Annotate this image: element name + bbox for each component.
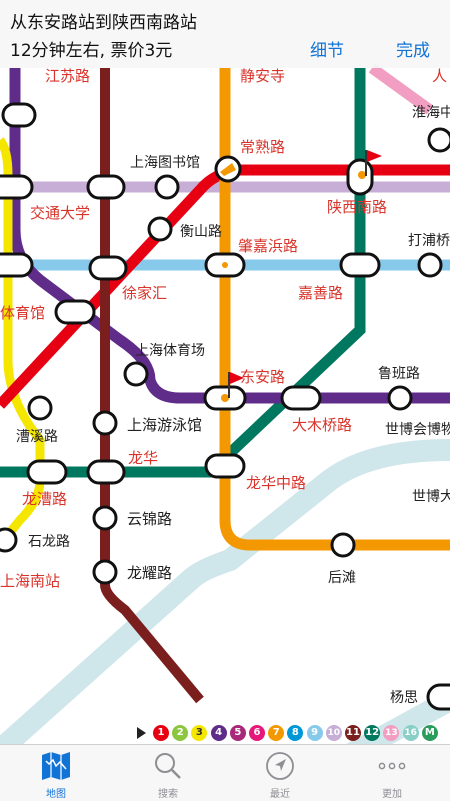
label-houtan: 后滩 [328, 570, 356, 586]
label-damuqiao-rd: 大木桥路 [292, 416, 352, 434]
legend-line-12[interactable]: 12 [364, 725, 381, 741]
label-jiashan-rd: 嘉善路 [298, 284, 343, 302]
station-jiashan-rd [339, 252, 381, 278]
route-summary: 12分钟左右, 票价3元 [10, 41, 173, 61]
search-icon [155, 753, 181, 779]
tab-map[interactable]: 地图 [0, 745, 112, 801]
label-shanghai-south: 上海南站 [0, 572, 60, 590]
station-longhua-middle-rd [204, 453, 246, 479]
label-shilong-rd: 石龙路 [28, 534, 70, 550]
legend-line-8[interactable]: 8 [287, 725, 304, 741]
station-luban-rd [387, 385, 413, 411]
station-shanghai-library [154, 174, 180, 200]
route-title: 从东安路站到陕西南路站 [10, 13, 197, 33]
tab-label: 搜索 [158, 789, 178, 800]
label-expo-museum: 世博会博物 [385, 421, 450, 438]
tab-label: 更加 [382, 789, 402, 800]
station-yangsi-pill [426, 683, 450, 711]
zhaojiabang-dot [222, 262, 228, 268]
tab-bar: 地图 搜索 最近 更加 [0, 744, 450, 801]
tab-label: 最近 [270, 789, 290, 800]
label-longhua-middle-rd: 龙华中路 [246, 474, 306, 492]
legend-line-5[interactable]: 5 [229, 725, 246, 741]
tab-more[interactable]: 更加 [336, 745, 448, 801]
station-left-265 [0, 252, 34, 278]
station-dapuqiao [417, 252, 443, 278]
station-longhua [86, 459, 126, 485]
label-jingan-temple: 静安寺 [240, 67, 285, 85]
label-shaanxi-south-rd: 陕西南路 [327, 198, 387, 216]
label-dongan-rd: 东安路 [240, 368, 285, 386]
label-yunjin-rd: 云锦路 [127, 510, 172, 528]
dongan-marker-dot [221, 394, 229, 402]
label-jiaotong-univ: 交通大学 [30, 204, 90, 222]
legend-line-1[interactable]: 1 [153, 725, 169, 741]
done-button[interactable]: 完成 [396, 36, 430, 61]
label-dapuqiao: 打浦桥 [408, 232, 450, 249]
station-longyao-rd [92, 559, 118, 585]
label-luban-rd: 鲁班路 [378, 366, 420, 382]
legend-line-10[interactable]: 10 [325, 725, 342, 741]
station-caoxi-rd [27, 395, 53, 421]
station-xujiahui [88, 255, 128, 281]
line-legend: 1 2 3 4 5 6 7 8 9 10 11 12 13 16 M [0, 722, 450, 744]
label-shanghai-stadium: 上海体育场 [135, 343, 205, 359]
label-caoxi-rd: 漕溪路 [16, 429, 58, 445]
station-houtan [330, 532, 356, 558]
legend-line-16[interactable]: 16 [402, 725, 419, 741]
metro-map[interactable]: 江苏路 静安寺 人 淮海中 上海图书馆 常熟路 交通大学 陕西南路 衡山路 肇嘉… [0, 0, 450, 800]
label-changshu-rd: 常熟路 [240, 138, 285, 156]
legend-line-3[interactable]: 3 [191, 725, 208, 741]
legend-line-7[interactable]: 7 [268, 725, 285, 741]
label-longyao-rd: 龙耀路 [127, 564, 172, 582]
tab-label: 地图 [46, 789, 66, 800]
legend-line-2[interactable]: 2 [172, 725, 189, 741]
legend-line-9[interactable]: 9 [306, 725, 323, 741]
station-shanghai-stadium [123, 361, 149, 387]
label-hengshan-rd: 衡山路 [180, 224, 222, 240]
station-stadium [54, 299, 96, 325]
map-icon [42, 752, 70, 780]
station-hengshan-rd [147, 216, 173, 242]
label-shanghai-library: 上海图书馆 [130, 155, 200, 171]
more-icon [378, 762, 406, 770]
station-top-left [1, 102, 37, 128]
legend-line-4[interactable]: 4 [210, 725, 227, 741]
play-icon[interactable] [137, 727, 146, 739]
label-zhaojiabang-rd: 肇嘉浜路 [238, 237, 298, 255]
line-13 [368, 63, 434, 115]
legend-line-11[interactable]: 11 [345, 725, 361, 741]
station-shilong-rd [0, 527, 18, 553]
legend-line-6[interactable]: 6 [249, 725, 265, 741]
location-arrow-icon [266, 752, 294, 780]
route-header: 从东安路站到陕西南路站 12分钟左右, 票价3元 细节 完成 [0, 0, 450, 68]
legend-line-M[interactable]: M [421, 725, 438, 741]
label-stadium: 体育馆 [0, 304, 45, 322]
legend-line-13[interactable]: 13 [383, 725, 400, 741]
label-xujiahui: 徐家汇 [122, 284, 167, 302]
label-longcao-rd: 龙漕路 [22, 490, 67, 508]
label-huaihai-rd: 淮海中 [412, 105, 450, 121]
station-jiaotong-univ [86, 174, 126, 200]
line-4 [9, 68, 450, 404]
label-jiangsu-rd: 江苏路 [45, 67, 90, 85]
label-top-right: 人 [432, 67, 447, 85]
label-expo-avenue: 世博大 [412, 488, 450, 505]
label-shanghai-natatorium: 上海游泳馆 [127, 416, 202, 434]
station-huaihai-rd [427, 127, 450, 153]
station-yunjin-rd [92, 505, 118, 531]
label-yangsi: 杨思 [390, 690, 418, 706]
detail-button[interactable]: 细节 [310, 36, 344, 61]
station-longcao-rd [26, 459, 68, 485]
station-shanghai-natatorium [92, 410, 118, 436]
label-longhua: 龙华 [128, 449, 158, 467]
tab-recent[interactable]: 最近 [224, 745, 336, 801]
station-damuqiao-rd [280, 385, 322, 411]
tab-search[interactable]: 搜索 [112, 745, 224, 801]
station-left-187 [0, 174, 34, 200]
